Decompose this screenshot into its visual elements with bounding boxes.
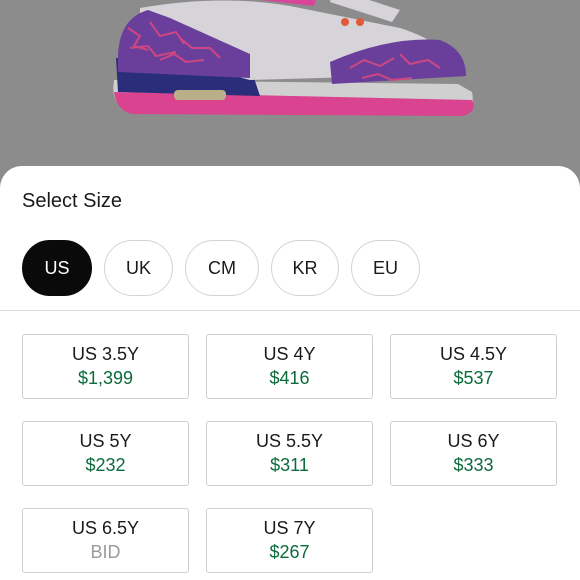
size-option-7y[interactable]: US 7Y $267 xyxy=(206,508,373,573)
region-tab-us[interactable]: US xyxy=(22,240,92,296)
size-option-6-5y[interactable]: US 6.5Y BID xyxy=(22,508,189,573)
size-option-5-5y[interactable]: US 5.5Y $311 xyxy=(206,421,373,486)
size-label: US 5Y xyxy=(79,430,132,451)
size-price: $537 xyxy=(453,367,494,388)
sneaker-image xyxy=(113,0,474,116)
size-price: $1,399 xyxy=(77,367,134,388)
size-selector-sheet: Select Size US UK CM KR EU US 3.5Y $1,39… xyxy=(0,166,580,580)
size-label: US 6.5Y xyxy=(71,517,140,538)
size-option-4-5y[interactable]: US 4.5Y $537 xyxy=(390,334,557,399)
size-price-bid: BID xyxy=(90,541,121,562)
size-label: US 5.5Y xyxy=(255,430,324,451)
region-tab-eu[interactable]: EU xyxy=(351,240,420,296)
sheet-title: Select Size xyxy=(22,190,123,212)
size-option-5y[interactable]: US 5Y $232 xyxy=(22,421,189,486)
size-label: US 3.5Y xyxy=(71,343,140,364)
size-option-4y[interactable]: US 4Y $416 xyxy=(206,334,373,399)
region-tab-uk[interactable]: UK xyxy=(104,240,173,296)
size-price: $416 xyxy=(269,367,310,388)
region-tab-cm[interactable]: CM xyxy=(185,240,259,296)
size-label: US 7Y xyxy=(263,517,316,538)
size-label: US 6Y xyxy=(447,430,500,451)
region-tab-kr[interactable]: KR xyxy=(271,240,339,296)
size-price: $333 xyxy=(453,454,494,475)
size-option-3-5y[interactable]: US 3.5Y $1,399 xyxy=(22,334,189,399)
size-label: US 4.5Y xyxy=(439,343,508,364)
size-price: $267 xyxy=(269,541,310,562)
size-region-tabs: US UK CM KR EU xyxy=(22,240,420,296)
size-price: $311 xyxy=(270,454,309,475)
size-price: $232 xyxy=(85,454,126,475)
size-option-6y[interactable]: US 6Y $333 xyxy=(390,421,557,486)
size-label: US 4Y xyxy=(263,343,316,364)
divider xyxy=(0,310,580,311)
